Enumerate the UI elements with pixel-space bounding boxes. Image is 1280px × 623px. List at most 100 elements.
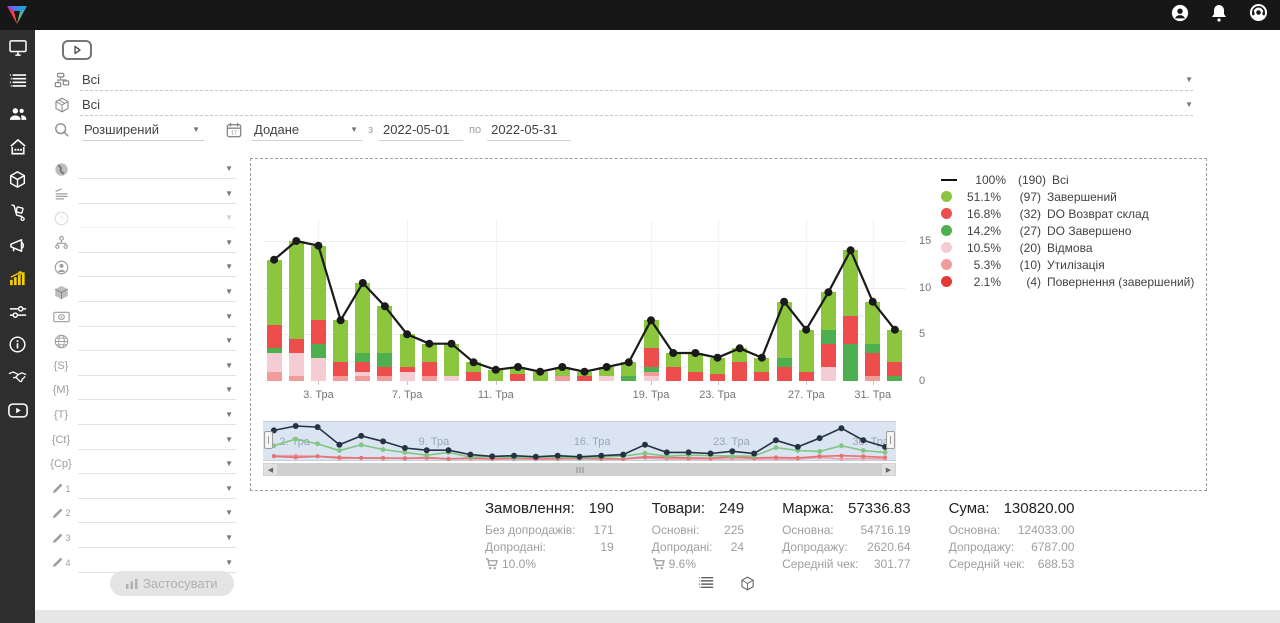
stacked-bar[interactable]	[555, 367, 570, 381]
date-field-select[interactable]: Додане ▼	[252, 119, 362, 141]
left-filter-select[interactable]: ▼	[78, 331, 236, 351]
legend-item[interactable]: 2.1%(4)Повернення (завершений)	[941, 275, 1194, 288]
left-filter-select[interactable]: ▼	[78, 307, 236, 327]
support-icon[interactable]	[1249, 3, 1268, 27]
left-filter-row[interactable]: {Cp}▼	[35, 453, 236, 475]
left-filter-select[interactable]: ▼	[78, 208, 236, 228]
stacked-bar[interactable]	[355, 283, 370, 381]
stacked-bar[interactable]	[821, 292, 836, 381]
left-filter-row[interactable]: {Ct}▼	[35, 429, 236, 451]
left-filter-select[interactable]: ▼	[78, 405, 236, 425]
left-filter-select[interactable]: ▼	[78, 159, 236, 179]
navigator-right-handle[interactable]	[886, 431, 895, 449]
stacked-bar[interactable]	[533, 372, 548, 381]
megaphone-icon[interactable]	[8, 236, 28, 255]
handshake-icon[interactable]	[8, 368, 28, 387]
stacked-bar[interactable]	[754, 358, 769, 381]
scroll-right-arrow[interactable]: ▶	[882, 464, 895, 475]
stacked-bar[interactable]	[400, 334, 415, 381]
left-filter-select[interactable]: ▼	[78, 503, 236, 523]
left-filter-row[interactable]: ▼	[35, 232, 236, 254]
stacked-bar[interactable]	[799, 330, 814, 381]
monitor-icon[interactable]	[8, 38, 28, 57]
stacked-bar[interactable]	[666, 353, 681, 381]
product-filter[interactable]: Всі ▼	[35, 93, 1193, 117]
scroll-left-arrow[interactable]: ◀	[264, 464, 277, 475]
analytics-icon-active[interactable]	[8, 269, 28, 288]
stacked-bar[interactable]	[466, 362, 481, 381]
left-filter-select[interactable]: ▼	[78, 528, 236, 548]
left-filter-select[interactable]: ▼	[78, 356, 236, 376]
stacked-bar[interactable]	[887, 330, 902, 381]
left-filter-row[interactable]: {T}▼	[35, 404, 236, 426]
left-filter-select[interactable]: ▼	[78, 454, 236, 474]
handtruck-icon[interactable]	[8, 203, 28, 222]
stacked-bar[interactable]	[377, 306, 392, 381]
stacked-bar[interactable]	[267, 260, 282, 381]
scrollbar-thumb[interactable]	[277, 464, 882, 475]
date-to-input[interactable]: 2022-05-31	[487, 119, 571, 141]
left-filter-row[interactable]: {M}▼	[35, 379, 236, 401]
left-filter-select[interactable]: ▼	[78, 430, 236, 450]
stacked-bar[interactable]	[644, 320, 659, 381]
left-filter-select[interactable]: ▼	[78, 282, 236, 302]
legend-item[interactable]: 51.1%(97)Завершений	[941, 190, 1194, 203]
stacked-bar[interactable]	[710, 358, 725, 381]
legend-item[interactable]: 14.2%(27)DO Завершено	[941, 224, 1194, 237]
brand-logo[interactable]	[3, 1, 31, 34]
left-filter-row[interactable]: ▼	[35, 183, 236, 205]
stacked-bar[interactable]	[488, 370, 503, 381]
stacked-bar[interactable]	[289, 241, 304, 381]
left-filter-select[interactable]: ▼	[78, 553, 236, 573]
date-from-input[interactable]: 2022-05-01	[379, 119, 463, 141]
video-channel-icon[interactable]	[8, 401, 28, 420]
user-icon[interactable]	[1171, 4, 1189, 27]
stacked-bar[interactable]	[577, 372, 592, 381]
info-icon[interactable]	[8, 335, 28, 354]
left-filter-select[interactable]: ▼	[78, 380, 236, 400]
stacked-bar[interactable]	[865, 302, 880, 381]
store-icon[interactable]	[8, 137, 28, 156]
stacked-bar[interactable]	[510, 367, 525, 381]
left-filter-row[interactable]: 2▼	[35, 502, 236, 524]
package-view-icon[interactable]	[740, 576, 755, 596]
bell-icon[interactable]	[1211, 4, 1227, 27]
help-video-button[interactable]	[62, 40, 92, 60]
legend-item[interactable]: 16.8%(32)DO Возврат склад	[941, 207, 1194, 220]
left-filter-row[interactable]: ▼	[35, 256, 236, 278]
stacked-bar[interactable]	[621, 362, 636, 381]
left-filter-row[interactable]: {S}▼	[35, 355, 236, 377]
stacked-bar[interactable]	[422, 344, 437, 381]
list-icon[interactable]	[8, 71, 28, 90]
legend-item[interactable]: 5.3%(10)Утилізація	[941, 258, 1194, 271]
left-filter-row[interactable]: ▼	[35, 158, 236, 180]
left-filter-select[interactable]: ▼	[78, 257, 236, 277]
navigator-left-handle[interactable]	[264, 431, 273, 449]
chart-navigator[interactable]: 2. Тра9. Тра16. Тра23. Тра30. Тра	[263, 421, 896, 461]
stacked-bar[interactable]	[311, 246, 326, 381]
left-filter-select[interactable]: ▼	[78, 479, 236, 499]
search-mode-select[interactable]: Розширений ▼	[82, 119, 204, 141]
stacked-bar[interactable]	[444, 344, 459, 381]
legend-item[interactable]: 10.5%(20)Відмова	[941, 241, 1194, 254]
stacked-bar[interactable]	[777, 302, 792, 381]
sliders-icon[interactable]	[8, 302, 28, 321]
package-icon[interactable]	[8, 170, 28, 189]
stacked-bar[interactable]	[599, 367, 614, 381]
stacked-bar[interactable]	[732, 348, 747, 381]
stacked-bar[interactable]	[843, 250, 858, 381]
left-filter-row[interactable]: 3▼	[35, 527, 236, 549]
left-filter-select[interactable]: ▼	[78, 184, 236, 204]
users-icon[interactable]	[8, 104, 28, 123]
stacked-bar[interactable]	[333, 320, 348, 381]
list-view-icon[interactable]	[698, 576, 714, 596]
stacked-bar[interactable]	[688, 353, 703, 381]
left-filter-select[interactable]: ▼	[78, 233, 236, 253]
left-filter-row[interactable]: ?▼	[35, 207, 236, 229]
apply-button[interactable]: Застосувати	[110, 571, 234, 596]
left-filter-row[interactable]: ▼	[35, 281, 236, 303]
category-filter[interactable]: Всі ▼	[35, 68, 1193, 92]
legend-item[interactable]: 100%(190)Всі	[941, 173, 1194, 186]
left-filter-row[interactable]: ▼	[35, 306, 236, 328]
left-filter-row[interactable]: ▼	[35, 330, 236, 352]
